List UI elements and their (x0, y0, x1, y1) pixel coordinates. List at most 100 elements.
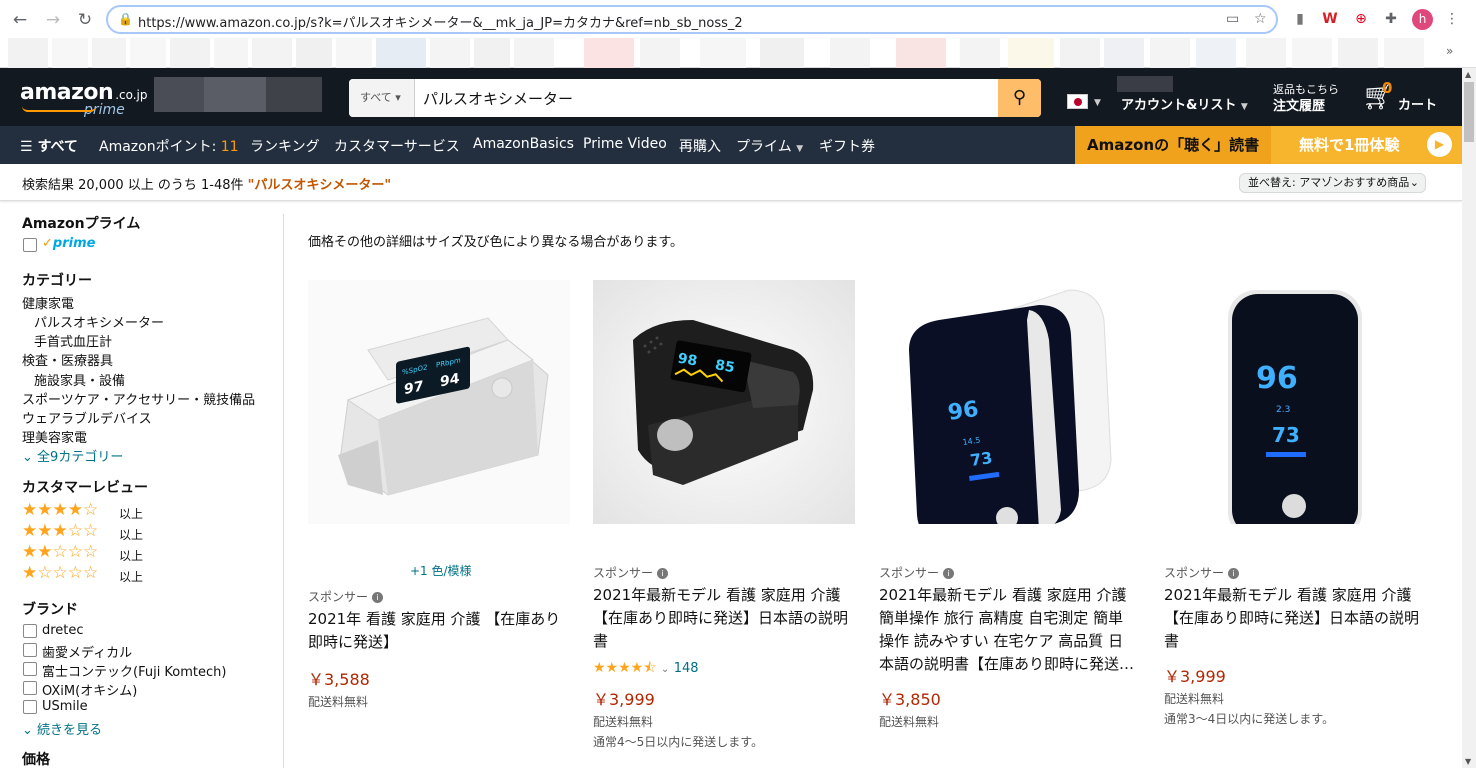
url-text[interactable]: https://www.amazon.co.jp/s?k=パルスオキシメーター&… (138, 12, 743, 31)
nav-ranking[interactable]: ランキング (250, 136, 320, 156)
bookmark-item[interactable] (1104, 38, 1144, 68)
bookmark-item[interactable] (336, 38, 372, 68)
prime-checkbox[interactable] (23, 238, 37, 252)
bookmark-item[interactable] (640, 38, 680, 68)
page-scrollbar[interactable]: ▲ ▼ (1462, 68, 1476, 768)
info-icon[interactable]: i (657, 568, 669, 579)
scroll-thumb[interactable] (1464, 82, 1474, 142)
product-price[interactable]: ￥3,999 (1164, 663, 1226, 687)
bookmark-item[interactable] (52, 38, 88, 68)
brand-checkbox[interactable] (23, 624, 37, 638)
color-variants-link[interactable]: +1 色/模様 (410, 562, 472, 579)
bookmark-item[interactable] (130, 38, 166, 68)
bookmark-item[interactable] (170, 38, 210, 68)
bookmark-item[interactable] (1196, 38, 1236, 68)
profile-avatar[interactable]: h (1412, 9, 1433, 30)
category-link[interactable]: 施設家具・設備 (34, 370, 125, 389)
brand-checkbox[interactable] (23, 681, 37, 695)
menu-kebab-icon[interactable]: ⋮ (1442, 9, 1462, 29)
all-menu-button[interactable]: ☰ すべて (20, 136, 78, 156)
brand-label[interactable]: dretec (42, 623, 84, 638)
bookmark-item[interactable] (700, 38, 746, 68)
all-categories-link[interactable]: ⌄ 全9カテゴリー (22, 446, 123, 465)
product-title[interactable]: 2021年 看護 家庭用 介護 【在庫あり 即時に発送】 (308, 608, 560, 654)
bookmark-item[interactable] (1150, 38, 1190, 68)
rating-1-stars[interactable]: ★☆☆☆☆ (22, 563, 98, 583)
bookmark-item[interactable] (1384, 38, 1424, 68)
bookmark-item[interactable] (296, 38, 332, 68)
points-link[interactable]: Amazonポイント: 11 (99, 136, 239, 156)
info-icon[interactable]: i (943, 568, 955, 579)
product-rating[interactable]: ★★★★⯪ ⌄ 148 (593, 657, 699, 681)
nav-amazonbasics[interactable]: AmazonBasics (473, 136, 574, 152)
nav-prime-video[interactable]: Prime Video (583, 136, 667, 152)
bookmark-item[interactable] (474, 38, 510, 68)
brand-label[interactable]: 富士コンテック(Fuji Komtech) (42, 661, 226, 680)
category-link[interactable]: スポーツケア・アクセサリー・競技備品 (22, 389, 255, 408)
reload-icon[interactable]: ↻ (74, 9, 96, 31)
rating-3-stars[interactable]: ★★★☆☆ (22, 521, 98, 541)
bookmark-item[interactable] (1246, 38, 1286, 68)
product-price[interactable]: ￥3,999 (593, 686, 655, 710)
bookmark-item[interactable] (214, 38, 248, 68)
category-link[interactable]: ウェアラブルデバイス (22, 408, 152, 427)
bookmark-item[interactable] (584, 38, 634, 68)
bookmark-item[interactable] (1338, 38, 1378, 68)
audible-promo-banner[interactable]: Amazonの「聴く」読書 無料で1冊体験 ▶ (1075, 126, 1462, 164)
brand-checkbox[interactable] (23, 662, 37, 676)
cart-button[interactable]: 🛒︎ 0 カート (1362, 79, 1437, 113)
product-title[interactable]: 2021年最新モデル 看護 家庭用 介護 【在庫あり即時に発送】日本語の説明 書 (593, 584, 848, 653)
bookmark-item[interactable] (8, 38, 48, 68)
rating-4-stars[interactable]: ★★★★☆ (22, 500, 98, 520)
orders-link[interactable]: 注文履歴 (1273, 95, 1325, 114)
nav-customer-service[interactable]: カスタマーサービス (334, 136, 460, 156)
product-image[interactable]: 96 2.3 73 (1164, 280, 1426, 524)
bookmark-item[interactable] (830, 38, 870, 68)
info-icon[interactable]: i (1228, 568, 1240, 579)
nav-gift-cards[interactable]: ギフト券 (819, 136, 875, 156)
brand-label[interactable]: OXiM(オキシム) (42, 680, 137, 699)
bookmark-item[interactable] (1292, 38, 1332, 68)
category-link[interactable]: 手首式血圧計 (34, 331, 112, 350)
category-link[interactable]: 健康家電 (22, 293, 74, 312)
forward-arrow-icon[interactable]: → (42, 9, 64, 31)
address-bar[interactable]: 🔒 https://www.amazon.co.jp/s?k=パルスオキシメータ… (106, 5, 1278, 34)
scroll-down-icon[interactable]: ▼ (1465, 757, 1471, 766)
account-lists-menu[interactable]: アカウント&リスト ▼ (1121, 94, 1248, 113)
back-arrow-icon[interactable]: ← (9, 9, 31, 31)
sort-dropdown[interactable]: 並べ替え: アマゾンおすすめ商品 ⌄ (1239, 173, 1426, 193)
product-title[interactable]: 2021年最新モデル 看護 家庭用 介護 簡単操作 旅行 高精度 自宅測定 簡単… (879, 584, 1134, 676)
category-link[interactable]: パルスオキシメーター (34, 312, 164, 331)
brand-label[interactable]: 歯愛メディカル (42, 642, 132, 661)
extension-doc-icon[interactable]: ▮ (1290, 9, 1310, 29)
bookmark-item[interactable] (430, 38, 470, 68)
category-link[interactable]: 理美容家電 (22, 427, 87, 446)
bookmark-item[interactable] (1060, 38, 1100, 68)
rating-count[interactable]: 148 (674, 661, 699, 676)
extension-w-icon[interactable]: W (1320, 9, 1340, 29)
pinterest-icon[interactable]: ⊕ (1351, 9, 1371, 29)
product-price[interactable]: ￥3,588 (308, 666, 370, 690)
search-button[interactable]: ⚲ (998, 79, 1041, 117)
nav-prime-menu[interactable]: プライム ▼ (736, 136, 803, 156)
category-link[interactable]: 検査・医療器具 (22, 350, 113, 369)
product-image[interactable]: 98 85 (593, 280, 855, 524)
rating-2-stars[interactable]: ★★☆☆☆ (22, 542, 98, 562)
search-input[interactable]: パルスオキシメーター (423, 88, 573, 109)
brand-checkbox[interactable] (23, 700, 37, 714)
bookmark-item[interactable] (760, 38, 804, 68)
scroll-up-icon[interactable]: ▲ (1465, 70, 1471, 79)
more-brands-link[interactable]: ⌄ 続きを見る (22, 719, 102, 738)
search-category-dropdown[interactable]: すべて ▾ (349, 79, 415, 117)
product-price[interactable]: ￥3,850 (879, 686, 941, 710)
product-title[interactable]: 2021年最新モデル 看護 家庭用 介護 【在庫あり即時に発送】日本語の説明 書 (1164, 584, 1419, 653)
bookmark-item[interactable] (92, 38, 126, 68)
bookmark-item[interactable] (896, 38, 946, 68)
info-icon[interactable]: i (372, 592, 384, 603)
bookmark-item[interactable] (252, 38, 292, 68)
cast-icon[interactable]: ▭ (1226, 11, 1239, 27)
product-image[interactable]: 96 14.5 73 (879, 280, 1141, 524)
brand-label[interactable]: USmile (42, 699, 88, 714)
japan-flag-icon[interactable] (1067, 94, 1088, 109)
extensions-puzzle-icon[interactable]: ✚ (1381, 9, 1401, 29)
